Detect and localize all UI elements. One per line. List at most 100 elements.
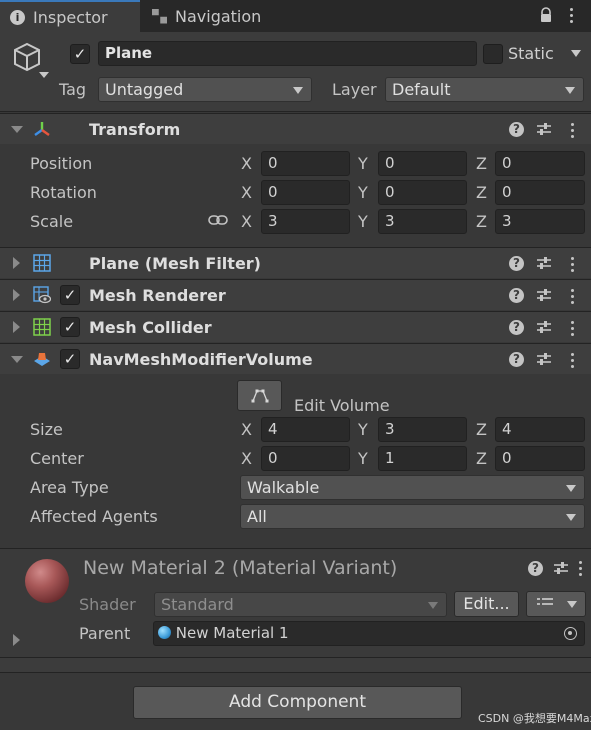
scale-y-field[interactable]: 3 bbox=[378, 209, 467, 234]
foldout-collapsed-icon[interactable] bbox=[13, 321, 20, 333]
navigation-icon bbox=[152, 8, 167, 24]
axis-z-label: Z bbox=[476, 212, 487, 231]
layer-dropdown[interactable]: Default bbox=[385, 77, 584, 102]
axis-z-label: Z bbox=[476, 449, 487, 468]
foldout-expanded-icon[interactable] bbox=[11, 356, 23, 363]
material-section: New Material 2 (Material Variant) ? Shad… bbox=[0, 549, 591, 657]
lock-icon[interactable] bbox=[538, 7, 554, 23]
mesh-renderer-enabled-checkbox[interactable]: ✓ bbox=[60, 285, 80, 305]
presets-icon[interactable] bbox=[535, 286, 553, 304]
presets-icon[interactable] bbox=[552, 559, 570, 577]
tab-bar: i Inspector Navigation bbox=[0, 0, 591, 32]
material-preview-sphere bbox=[25, 559, 69, 603]
tag-dropdown[interactable]: Untagged bbox=[98, 77, 312, 102]
foldout-collapsed-icon[interactable] bbox=[13, 634, 20, 646]
static-checkbox[interactable]: ✓ bbox=[483, 44, 503, 64]
context-menu-icon[interactable] bbox=[571, 257, 575, 275]
help-icon[interactable]: ? bbox=[509, 352, 524, 367]
center-label: Center bbox=[30, 449, 84, 468]
rotation-y-field[interactable]: 0 bbox=[378, 180, 467, 205]
area-type-dropdown[interactable]: Walkable bbox=[240, 475, 585, 500]
shader-value: Standard bbox=[161, 595, 234, 614]
center-y-field[interactable]: 1 bbox=[378, 446, 467, 471]
rotation-label: Rotation bbox=[30, 183, 97, 202]
mesh-renderer-header[interactable]: ✓ Mesh Renderer ? bbox=[0, 279, 591, 310]
foldout-collapsed-icon[interactable] bbox=[13, 289, 20, 301]
size-z-field[interactable]: 4 bbox=[495, 417, 585, 442]
edit-volume-button[interactable] bbox=[237, 380, 282, 411]
tab-navigation[interactable]: Navigation bbox=[142, 0, 282, 32]
object-name-field[interactable]: Plane bbox=[98, 41, 477, 66]
navmesh-modifier-volume-header[interactable]: ✓ NavMeshModifierVolume ? bbox=[0, 343, 591, 374]
center-z-field[interactable]: 0 bbox=[495, 446, 585, 471]
help-icon[interactable]: ? bbox=[509, 256, 524, 271]
affected-agents-label: Affected Agents bbox=[30, 507, 158, 526]
chevron-down-icon bbox=[428, 602, 438, 609]
size-y-field[interactable]: 3 bbox=[378, 417, 467, 442]
shader-edit-button[interactable]: Edit... bbox=[454, 591, 519, 617]
parent-material-field[interactable]: New Material 1 bbox=[153, 621, 585, 646]
mesh-collider-enabled-checkbox[interactable]: ✓ bbox=[60, 317, 80, 337]
gameobject-header: ✓ Plane ✓ Static Tag Untagged Layer Defa… bbox=[0, 32, 591, 112]
affected-agents-dropdown[interactable]: All bbox=[240, 504, 585, 529]
axis-x-label: X bbox=[241, 212, 252, 231]
position-y-field[interactable]: 0 bbox=[378, 151, 467, 176]
mesh-filter-title: Plane (Mesh Filter) bbox=[89, 254, 261, 273]
context-menu-icon[interactable] bbox=[571, 123, 575, 141]
context-menu-icon[interactable] bbox=[579, 561, 583, 579]
tab-menu-icon[interactable] bbox=[570, 8, 574, 26]
tab-inspector[interactable]: i Inspector bbox=[0, 0, 140, 32]
mesh-renderer-icon bbox=[33, 286, 52, 304]
help-icon[interactable]: ? bbox=[509, 288, 524, 303]
navmesh-volume-enabled-checkbox[interactable]: ✓ bbox=[60, 349, 80, 369]
presets-icon[interactable] bbox=[535, 120, 553, 138]
scale-z-field[interactable]: 3 bbox=[495, 209, 585, 234]
shader-label: Shader bbox=[79, 595, 136, 614]
area-type-value: Walkable bbox=[247, 478, 320, 497]
help-icon[interactable]: ? bbox=[528, 561, 543, 576]
add-component-button[interactable]: Add Component bbox=[133, 686, 462, 719]
foldout-expanded-icon[interactable] bbox=[11, 126, 23, 133]
material-icon bbox=[158, 626, 171, 639]
transform-header[interactable]: Transform ? bbox=[0, 113, 591, 144]
help-icon[interactable]: ? bbox=[509, 320, 524, 335]
chevron-down-icon bbox=[565, 87, 575, 94]
context-menu-icon[interactable] bbox=[571, 321, 575, 339]
help-icon[interactable]: ? bbox=[509, 122, 524, 137]
rotation-z-field[interactable]: 0 bbox=[495, 180, 585, 205]
size-x-field[interactable]: 4 bbox=[261, 417, 350, 442]
axis-y-label: Y bbox=[358, 183, 368, 202]
presets-icon[interactable] bbox=[535, 350, 553, 368]
area-type-label: Area Type bbox=[30, 478, 109, 497]
transform-title: Transform bbox=[89, 120, 181, 139]
icon-dropdown-icon[interactable] bbox=[39, 72, 49, 78]
rotation-x-field[interactable]: 0 bbox=[261, 180, 350, 205]
center-x-field[interactable]: 0 bbox=[261, 446, 350, 471]
foldout-collapsed-icon[interactable] bbox=[13, 257, 20, 269]
tab-inspector-label: Inspector bbox=[33, 7, 108, 27]
mesh-filter-icon bbox=[33, 254, 51, 272]
static-dropdown-icon[interactable] bbox=[571, 50, 581, 57]
link-icon[interactable] bbox=[208, 213, 228, 227]
position-z-field[interactable]: 0 bbox=[495, 151, 585, 176]
shader-menu-button[interactable] bbox=[526, 591, 586, 617]
mesh-filter-header[interactable]: Plane (Mesh Filter) ? bbox=[0, 247, 591, 278]
mesh-collider-icon bbox=[33, 318, 51, 336]
presets-icon[interactable] bbox=[535, 318, 553, 336]
parent-label: Parent bbox=[79, 624, 131, 643]
context-menu-icon[interactable] bbox=[571, 289, 575, 307]
axis-x-label: X bbox=[241, 183, 252, 202]
chevron-down-icon bbox=[567, 601, 577, 608]
scale-x-field[interactable]: 3 bbox=[261, 209, 350, 234]
mesh-collider-header[interactable]: ✓ Mesh Collider ? bbox=[0, 311, 591, 342]
tag-value: Untagged bbox=[105, 80, 184, 99]
object-picker-icon[interactable] bbox=[564, 627, 577, 640]
shader-dropdown[interactable]: Standard bbox=[154, 592, 447, 617]
list-icon bbox=[537, 598, 553, 605]
presets-icon[interactable] bbox=[535, 254, 553, 272]
axis-z-label: Z bbox=[476, 154, 487, 173]
active-checkbox[interactable]: ✓ bbox=[70, 44, 90, 64]
tag-label: Tag bbox=[59, 80, 87, 99]
context-menu-icon[interactable] bbox=[571, 353, 575, 371]
position-x-field[interactable]: 0 bbox=[261, 151, 350, 176]
